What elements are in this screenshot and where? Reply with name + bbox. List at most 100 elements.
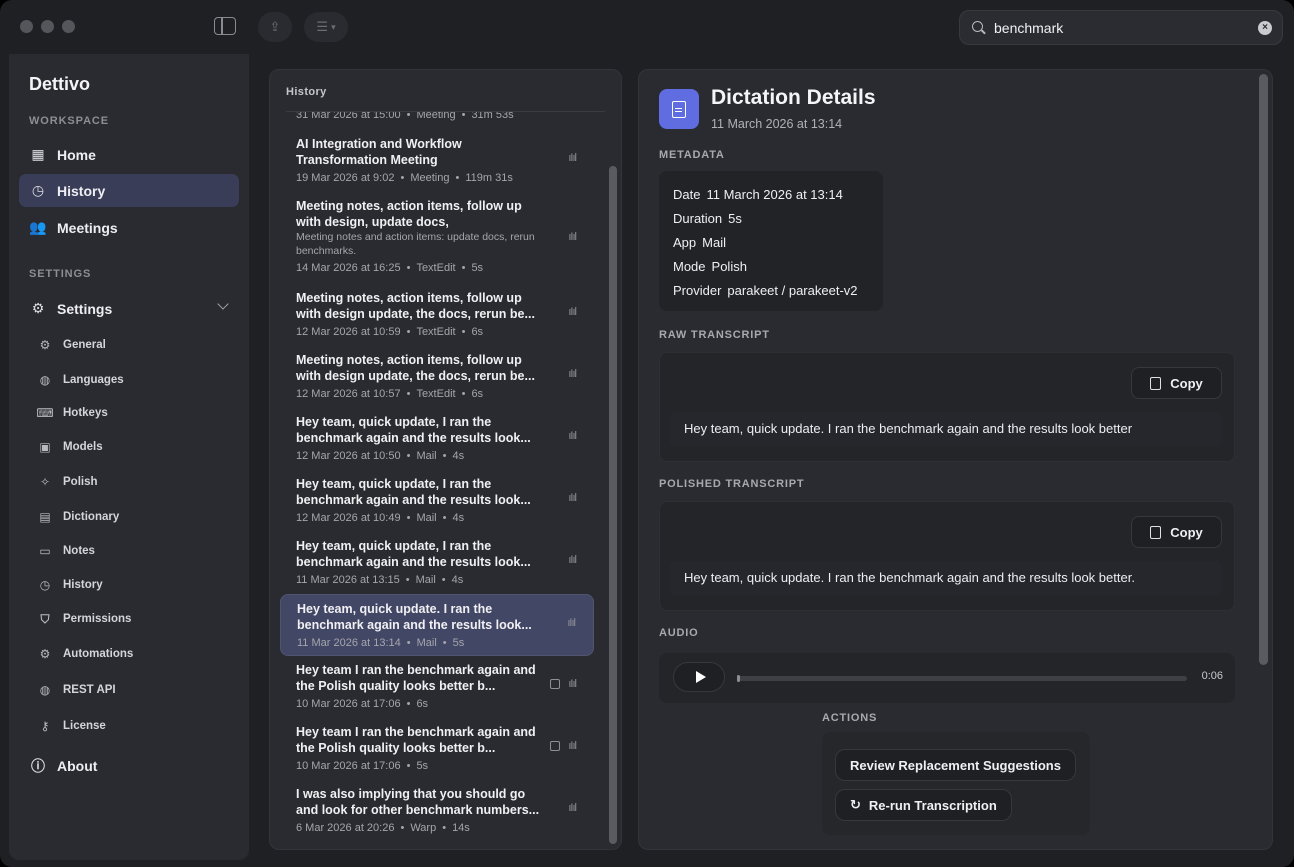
sidebar-subitem-polish[interactable]: ✧ Polish xyxy=(37,469,237,495)
list-item[interactable]: 31 Mar 2026 at 15:00 • Meeting • 31m 53s xyxy=(280,112,594,122)
sidebar-item-meetings[interactable]: 👥 Meetings xyxy=(19,211,239,244)
share-icon xyxy=(550,679,560,689)
sidebar-item-history[interactable]: ◷ History xyxy=(19,174,239,207)
people-icon: 👥 xyxy=(29,219,47,235)
item-date: 11 Mar 2026 at 13:15 xyxy=(296,574,400,586)
detail-scrollbar[interactable] xyxy=(1259,74,1268,665)
list-item[interactable]: I was also implying that you should go a… xyxy=(280,786,594,842)
list-item[interactable]: Meeting notes, action items, follow up w… xyxy=(280,352,594,408)
sidebar-subitem-dictionary[interactable]: ▤ Dictionary xyxy=(37,504,237,530)
history-scrollbar[interactable] xyxy=(609,166,617,844)
sidebar-subitem-label: Hotkeys xyxy=(63,407,108,419)
metadata-value: 5s xyxy=(728,211,742,226)
copy-raw-button[interactable]: Copy xyxy=(1131,367,1222,399)
sidebar-subitem-permissions[interactable]: ⛉ Permissions xyxy=(37,606,237,632)
gear-icon: ⚙ xyxy=(31,300,45,316)
sidebar-subitem-languages[interactable]: ◍ Languages xyxy=(37,367,237,393)
sidebar-item-home[interactable]: ▦ Home xyxy=(19,138,239,171)
sidebar-subitem-hotkeys[interactable]: ⌨ Hotkeys xyxy=(36,400,237,426)
metadata-row: App Mail xyxy=(673,231,869,255)
sidebar-subitem-automations[interactable]: ⚙ Automations xyxy=(37,641,237,667)
metadata-value: Polish xyxy=(711,259,747,274)
list-item[interactable]: Hey team, quick update, I ran the benchm… xyxy=(280,414,594,470)
sidebar-item-label: Settings xyxy=(57,300,113,317)
search-bar[interactable]: × xyxy=(959,10,1283,45)
metadata-key: App xyxy=(673,235,697,250)
search-icon xyxy=(972,20,986,35)
item-app: Mail xyxy=(416,450,437,462)
list-item[interactable]: Hey team, quick update, I ran the benchm… xyxy=(280,538,594,594)
sidebar-subitem-label: Dictionary xyxy=(63,511,120,523)
close-window-button[interactable] xyxy=(20,20,33,33)
filter-menu-button[interactable]: ☰ ▾ xyxy=(304,12,348,42)
item-title: Meeting notes, action items, follow up w… xyxy=(296,199,522,229)
sidebar-subitem-label: Models xyxy=(63,441,103,453)
chevron-down-icon: ▾ xyxy=(331,21,336,32)
sidebar-item-settings[interactable]: ⚙ Settings xyxy=(19,292,239,325)
item-duration: 6s xyxy=(416,698,429,710)
clear-search-icon[interactable]: × xyxy=(1258,21,1272,35)
document-icon xyxy=(659,89,699,129)
list-item[interactable]: Hey team I ran the benchmark again and t… xyxy=(280,724,594,780)
app-window: ⇪ ☰▾ × Dettivo WORKSPACE ▦ Home ◷ Histor… xyxy=(0,0,1294,867)
list-item[interactable]: Meeting notes, action items, follow up w… xyxy=(280,290,594,346)
item-title: I was also implying that you should go a… xyxy=(296,787,540,817)
list-item-selected[interactable]: Hey team, quick update. I ran the benchm… xyxy=(280,594,594,656)
metadata-key: Mode xyxy=(673,259,706,274)
sidebar-item-about[interactable]: ⓘ About xyxy=(19,749,239,782)
search-input[interactable] xyxy=(994,19,1244,36)
list-item[interactable]: Hey team, quick update, I ran the benchm… xyxy=(280,476,594,532)
item-app: Mail xyxy=(415,574,436,586)
copy-polished-button[interactable]: Copy xyxy=(1131,516,1222,548)
list-item[interactable]: Hey team I ran the benchmark again and t… xyxy=(280,662,594,718)
sidebar-subitem-history[interactable]: ◷ History xyxy=(37,572,237,598)
list-item[interactable]: Meeting notes, action items, follow up w… xyxy=(280,198,594,282)
keyboard-icon: ⌨ xyxy=(36,406,54,420)
audio-scrubber[interactable] xyxy=(737,675,1187,682)
item-duration: 5s xyxy=(471,262,484,274)
minimize-window-button[interactable] xyxy=(41,20,54,33)
share-icon xyxy=(550,741,560,751)
sidebar-subitem-models[interactable]: ▣ Models xyxy=(37,434,237,460)
sidebar-subitem-label: General xyxy=(63,339,106,351)
item-date: 12 Mar 2026 at 10:59 xyxy=(296,326,401,338)
sidebar-subitem-rest-api[interactable]: ◍ REST API xyxy=(37,677,237,703)
item-duration: 4s xyxy=(451,574,464,586)
rerun-transcription-button[interactable]: ↻ Re-run Transcription xyxy=(835,789,1012,821)
polished-transcript-box: Copy Hey team, quick update. I ran the b… xyxy=(659,501,1235,611)
review-suggestions-button[interactable]: Review Replacement Suggestions xyxy=(835,749,1076,781)
waveform-icon: ıIıl xyxy=(568,678,577,690)
list-item[interactable]: AI Integration and Workflow Transformati… xyxy=(280,136,594,192)
item-app: Meeting xyxy=(416,112,456,121)
item-date: 19 Mar 2026 at 9:02 xyxy=(296,172,395,184)
sidebar-item-label: History xyxy=(57,182,106,199)
polished-transcript-text: Hey team, quick update. I ran the benchm… xyxy=(670,561,1222,595)
metadata-key: Date xyxy=(673,187,701,202)
sidebar-subitem-notes[interactable]: ▭ Notes xyxy=(37,538,237,564)
audio-player: 0:06 xyxy=(659,653,1235,703)
chevron-down-icon xyxy=(217,298,229,310)
grid-icon: ▦ xyxy=(31,146,45,162)
sidebar-subitem-general[interactable]: ⚙ General xyxy=(37,332,237,358)
waveform-icon: ıIıl xyxy=(568,740,577,752)
item-duration: 6s xyxy=(471,326,484,338)
history-list[interactable]: 31 Mar 2026 at 15:00 • Meeting • 31m 53s AI … xyxy=(270,112,610,849)
zoom-window-button[interactable] xyxy=(62,20,75,33)
waveform-icon: ıIıl xyxy=(567,617,576,629)
play-button[interactable] xyxy=(673,662,725,692)
waveform-icon: ıIıl xyxy=(568,492,577,504)
chip-icon: ▣ xyxy=(39,440,51,454)
sidebar-subitem-license[interactable]: ⚷ License xyxy=(37,713,237,739)
metadata-section-label: METADATA xyxy=(659,149,725,161)
detail-panel: Dictation Details 11 March 2026 at 13:14… xyxy=(638,69,1273,850)
metadata-row: Provider parakeet / parakeet-v2 xyxy=(673,279,869,303)
toolbar: ⇪ ☰▾ × xyxy=(0,0,1294,56)
sidebar-toggle-icon[interactable] xyxy=(214,17,236,35)
item-date: 10 Mar 2026 at 17:06 xyxy=(296,760,401,772)
sidebar-subitem-label: REST API xyxy=(63,684,116,696)
sidebar-subitem-label: History xyxy=(63,579,103,591)
scrubber-handle[interactable] xyxy=(737,675,740,682)
export-button[interactable]: ⇪ xyxy=(258,12,292,42)
item-title: Hey team, quick update, I ran the benchm… xyxy=(296,539,531,569)
wand-icon: ✧ xyxy=(39,475,51,489)
